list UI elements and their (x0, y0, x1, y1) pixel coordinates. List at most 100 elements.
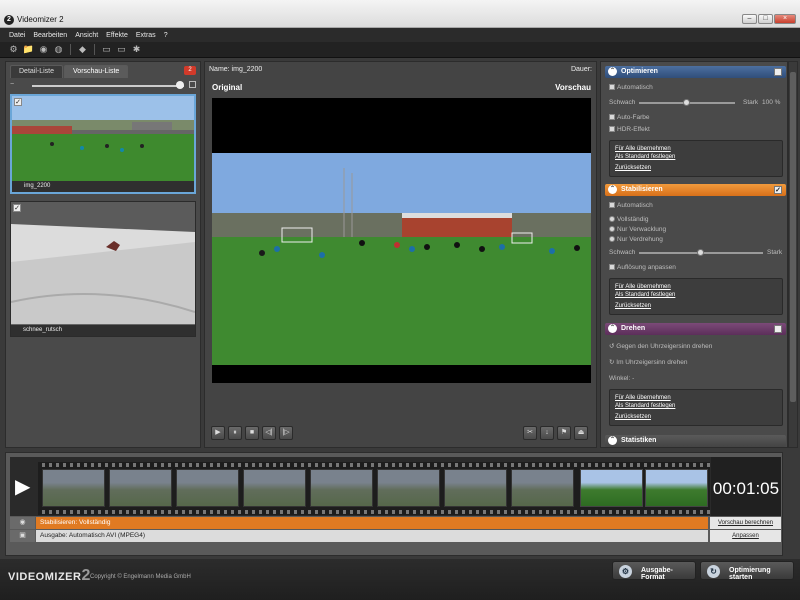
reset-link[interactable]: Zurücksetzen (615, 414, 782, 420)
optimize-auto-checkbox[interactable]: Automatisch (609, 84, 653, 91)
apply-all-link[interactable]: Für Alle übernehmen (615, 284, 782, 290)
slider-handle[interactable] (697, 249, 704, 256)
radio-full[interactable]: Vollständig (609, 216, 648, 223)
maximize-button[interactable]: □ (758, 14, 773, 24)
add-file-icon[interactable]: 📁 (23, 44, 34, 55)
menu-bearbeiten[interactable]: Bearbeiten (33, 32, 67, 39)
flag-button[interactable]: ⚑ (557, 426, 571, 440)
apply-all-link[interactable]: Für Alle übernehmen (615, 146, 782, 152)
set-default-link[interactable]: Als Standard festlegen (615, 154, 782, 160)
adjust-output-link[interactable]: Anpassen (710, 530, 781, 542)
film-frame (377, 469, 440, 507)
stop-button[interactable]: ■ (245, 426, 259, 440)
thumbnail-checkbox[interactable]: ✓ (14, 98, 22, 106)
shield-icon[interactable]: ◆ (77, 44, 88, 55)
filmstrip[interactable] (38, 462, 710, 515)
output-format-button[interactable]: ⚙ Ausgabe-Format (612, 561, 696, 581)
stats-header[interactable]: ⌃ Statistiken (605, 435, 786, 447)
globe-icon[interactable]: ◉ (38, 44, 49, 55)
collapse-arrow-icon[interactable]: ⌃ (608, 67, 617, 76)
stabilize-header[interactable]: ⌃ Stabilisieren ✓ (605, 184, 786, 196)
grid-view-icon[interactable]: ▭ (116, 44, 127, 55)
thumbnail-zoom-slider[interactable]: − (10, 81, 196, 91)
output-format-label: Ausgabe-Format (641, 567, 673, 581)
menu-help[interactable]: ? (164, 32, 168, 39)
collapse-arrow-icon[interactable]: ⌃ (608, 436, 617, 445)
duration-label: Dauer: (570, 66, 592, 73)
rotate-enable-checkbox[interactable] (774, 325, 782, 333)
marker-button[interactable]: ↓ (540, 426, 554, 440)
menu-effekte[interactable]: Effekte (106, 32, 128, 39)
stabilize-strength-slider[interactable] (639, 249, 763, 256)
cut-button[interactable]: ✂ (523, 426, 537, 440)
start-optimization-label: Optimierung starten (729, 567, 771, 581)
checkbox-icon (609, 114, 615, 121)
eye-icon[interactable]: ◉ (10, 517, 35, 529)
gear-icon: ⚙ (619, 565, 632, 578)
optimize-header[interactable]: ⌃ Optimieren (605, 66, 786, 78)
pause-button[interactable]: ⏸ (228, 426, 242, 440)
radio-rotate[interactable]: Nur Verdrehung (609, 236, 663, 243)
autocolor-checkbox[interactable]: Auto-Farbe (609, 114, 650, 121)
zoom-handle[interactable] (176, 81, 184, 89)
rotate-header[interactable]: ⌃ Drehen (605, 323, 786, 335)
stabilize-track-bar[interactable]: Stabilisieren: Vollständig (36, 517, 708, 529)
thumbnail-checkbox[interactable]: ✓ (13, 204, 21, 212)
close-button[interactable]: × (774, 14, 796, 24)
optimize-title: Optimieren (621, 68, 658, 75)
stabilize-auto-label: Automatisch (617, 202, 653, 209)
play-button[interactable]: ▶ (211, 426, 225, 440)
reset-link[interactable]: Zurücksetzen (615, 303, 782, 309)
timeline-play-icon[interactable]: ▶ (15, 474, 35, 498)
prev-frame-button[interactable]: ◁| (262, 426, 276, 440)
tab-preview-list[interactable]: Vorschau-Liste (64, 65, 129, 78)
video-preview[interactable] (212, 98, 591, 383)
reset-link[interactable]: Zurücksetzen (615, 165, 782, 171)
effects-scrollbar[interactable] (788, 61, 798, 448)
apply-all-link[interactable]: Für Alle übernehmen (615, 395, 782, 401)
next-frame-button[interactable]: |▷ (279, 426, 293, 440)
film-frame (310, 469, 373, 507)
compute-preview-link[interactable]: Vorschau berechnen (710, 517, 781, 529)
optimize-enable-checkbox[interactable] (774, 68, 782, 76)
film-frame (176, 469, 239, 507)
hdr-checkbox[interactable]: HDR-Effekt (609, 126, 650, 133)
window-title: Videomizer 2 (17, 15, 64, 24)
web-icon[interactable]: ◍ (53, 44, 64, 55)
stabilize-enable-checkbox[interactable]: ✓ (774, 186, 782, 194)
settings-icon[interactable]: ✱ (131, 44, 142, 55)
radio-full-label: Vollständig (617, 216, 649, 223)
grid-icon[interactable] (189, 81, 196, 88)
slider-handle[interactable] (683, 99, 690, 106)
gear-icon[interactable]: ⚙ (8, 44, 19, 55)
menu-extras[interactable]: Extras (136, 32, 156, 39)
minimize-button[interactable]: – (742, 14, 757, 24)
set-default-link[interactable]: Als Standard festlegen (615, 292, 782, 298)
checkbox-icon (609, 126, 615, 133)
optimize-auto-label: Automatisch (617, 84, 653, 91)
rotate-cw-button[interactable]: ↻ Im Uhrzeigersinn drehen (609, 358, 687, 366)
collapse-arrow-icon[interactable]: ⌃ (608, 324, 617, 333)
radio-shake[interactable]: Nur Verwacklung (609, 226, 666, 233)
rotate-ccw-label: Gegen den Uhrzeigersinn drehen (616, 343, 713, 350)
menu-ansicht[interactable]: Ansicht (75, 32, 98, 39)
scrollbar-thumb[interactable] (790, 72, 796, 402)
zoom-out-icon[interactable]: − (10, 81, 14, 88)
thumbnail-item[interactable]: ✓ img_2200 (10, 94, 196, 194)
eject-button[interactable]: ⏏ (574, 426, 588, 440)
film-frame (645, 469, 708, 507)
stabilize-auto-checkbox[interactable]: Automatisch (609, 202, 653, 209)
start-optimization-button[interactable]: ↻ Optimierung starten (700, 561, 794, 581)
thumbnail-caption: img_2200 (12, 181, 194, 192)
rotate-ccw-button[interactable]: ↺ Gegen den Uhrzeigersinn drehen (609, 342, 712, 350)
resolution-checkbox[interactable]: Auflösung anpassen (609, 264, 676, 271)
tab-detail-list[interactable]: Detail-Liste (10, 65, 64, 78)
list-view-icon[interactable]: ▭ (101, 44, 112, 55)
zoom-track[interactable] (32, 85, 184, 87)
thumbnail-item[interactable]: ✓ schnee_rutsch (10, 201, 196, 337)
collapse-arrow-icon[interactable]: ⌃ (608, 185, 617, 194)
output-icon[interactable]: ▣ (10, 530, 35, 542)
menu-datei[interactable]: Datei (9, 32, 25, 39)
set-default-link[interactable]: Als Standard festlegen (615, 403, 782, 409)
optimize-strength-slider[interactable] (639, 99, 735, 106)
